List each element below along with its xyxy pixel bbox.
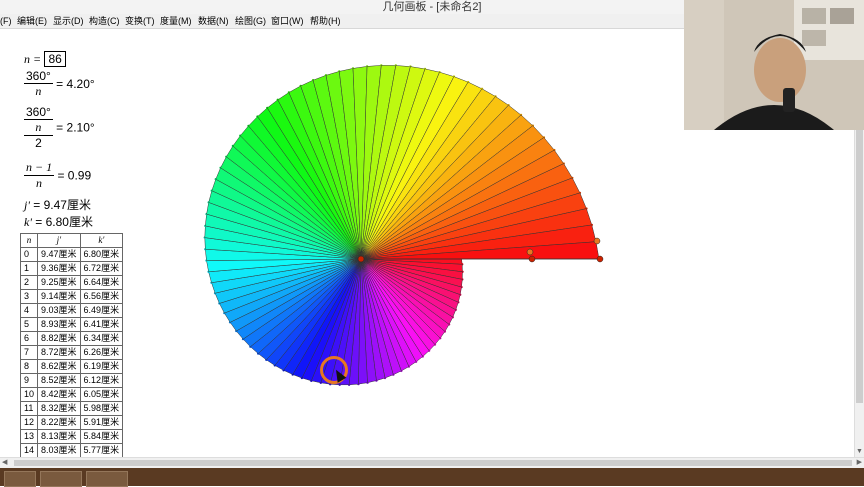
menu-display[interactable]: 显示(D) xyxy=(53,14,84,28)
taskbar-app-button[interactable] xyxy=(40,471,82,487)
control-point-b[interactable] xyxy=(593,237,601,245)
scroll-down-icon[interactable]: ▼ xyxy=(856,447,863,457)
webcam-overlay xyxy=(684,0,864,130)
segment-point-j[interactable] xyxy=(528,255,536,263)
horizontal-scrollbar[interactable]: ◀ ▶ xyxy=(0,457,864,468)
menu-graph[interactable]: 绘图(G) xyxy=(235,14,266,28)
menu-transform[interactable]: 变换(T) xyxy=(125,14,155,28)
taskbar-app-button-2[interactable] xyxy=(86,471,128,487)
menu-construct[interactable]: 构造(C) xyxy=(89,14,120,28)
taskbar-start-button[interactable] xyxy=(4,471,36,487)
menu-help[interactable]: 帮助(H) xyxy=(310,14,341,28)
window-title: 几何画板 - [未命名2] xyxy=(382,1,482,13)
segment-point-k[interactable] xyxy=(596,255,604,263)
menu-measure[interactable]: 度量(M) xyxy=(160,14,192,28)
menu-file[interactable]: (F) xyxy=(0,14,12,28)
scroll-right-icon[interactable]: ▶ xyxy=(857,458,862,468)
menu-data[interactable]: 数据(N) xyxy=(198,14,229,28)
presenter-video-frame xyxy=(684,0,864,130)
taskbar xyxy=(0,468,864,487)
control-point-a[interactable] xyxy=(526,248,534,256)
menu-window[interactable]: 窗口(W) xyxy=(271,14,304,28)
center-point[interactable] xyxy=(357,255,365,263)
menu-edit[interactable]: 编辑(E) xyxy=(17,14,47,28)
horizontal-scroll-thumb[interactable] xyxy=(14,460,852,466)
scroll-left-icon[interactable]: ◀ xyxy=(2,458,7,468)
